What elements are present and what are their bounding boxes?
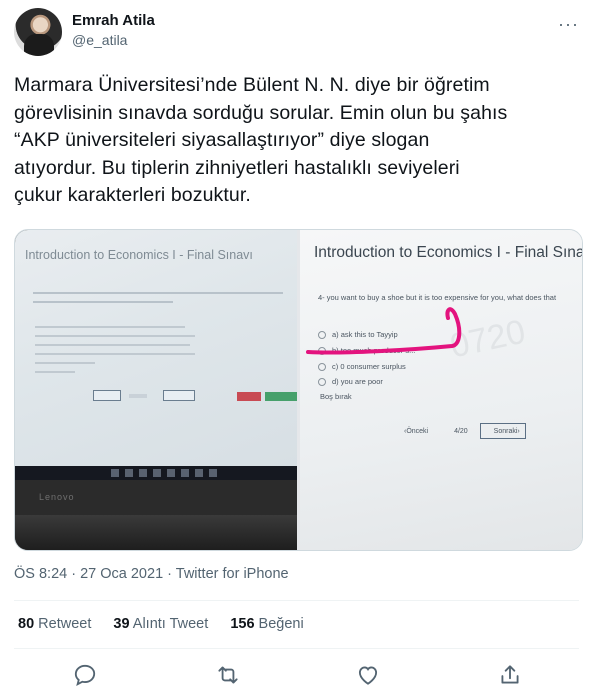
laptop-screen: Introduction to Economics I - Final Sına… (15, 230, 297, 466)
quote-count[interactable]: 39 Alıntı Tweet (113, 616, 208, 632)
tweet-media[interactable]: Introduction to Economics I - Final Sına… (14, 229, 583, 551)
left-page-indicator (129, 394, 147, 398)
tweet-header: Emrah Atila @e_atila ··· (14, 8, 579, 58)
tweet-meta: ÖS 8:24 · 27 Oca 2021 · Twitter for iPho… (14, 566, 289, 582)
left-option-line (35, 353, 195, 355)
user-name[interactable]: Emrah Atila (72, 12, 155, 29)
like-count[interactable]: 156 Beğeni (230, 616, 303, 632)
left-screen-title: Introduction to Economics I - Final Sına… (25, 248, 253, 262)
retweet-icon[interactable] (215, 662, 241, 688)
right-screen-title: Introduction to Economics I - Final Sına… (314, 244, 582, 261)
tweet-time[interactable]: ÖS 8:24 (14, 566, 67, 582)
left-prev-button (93, 390, 121, 401)
tweet-stats: 80 Retweet 39 Alıntı Tweet 156 Beğeni (18, 616, 322, 632)
left-taskbar (15, 466, 297, 480)
tweet-date[interactable]: 27 Oca 2021 (80, 566, 163, 582)
photo-laptop-screen[interactable]: Introduction to Economics I - Final Sına… (15, 230, 297, 550)
laptop-brand-logo: Lenovo (39, 492, 75, 502)
divider (14, 648, 579, 649)
tweet-text: Marmara Üniversitesi’nde Bülent N. N. di… (14, 74, 508, 206)
exam-option-blank: Boş bırak (320, 392, 352, 401)
share-icon[interactable] (497, 662, 523, 688)
tweet-source[interactable]: Twitter for iPhone (176, 566, 289, 582)
left-option-line (35, 326, 185, 328)
tweet-actions (0, 662, 593, 690)
exam-option-c: c) 0 consumer surplus (314, 362, 406, 372)
left-option-line (35, 362, 95, 364)
laptop-keyboard (15, 515, 297, 550)
page-indicator: 4/20 (454, 428, 468, 435)
heart-icon[interactable] (355, 662, 381, 688)
next-button-outline (480, 423, 526, 439)
left-option-line (35, 371, 75, 373)
exam-option-d: d) you are poor (314, 377, 383, 387)
left-question-text (33, 285, 293, 310)
divider (14, 600, 579, 601)
left-red-button (237, 392, 261, 401)
left-option-line (35, 335, 195, 337)
left-green-button (265, 392, 297, 401)
exam-screen: 0720 Introduction to Economics I - Final… (300, 230, 582, 550)
left-option-line (35, 344, 190, 346)
photo-exam-question[interactable]: 0720 Introduction to Economics I - Final… (300, 230, 582, 550)
left-next-button (163, 390, 195, 401)
prev-link: ‹Önceki (404, 428, 429, 435)
retweet-count[interactable]: 80 Retweet (18, 616, 91, 632)
pink-highlight-stroke (306, 307, 462, 355)
more-options-icon[interactable]: ··· (558, 14, 579, 35)
user-handle[interactable]: @e_atila (72, 32, 127, 48)
avatar[interactable] (14, 8, 62, 56)
reply-icon[interactable] (72, 662, 98, 688)
